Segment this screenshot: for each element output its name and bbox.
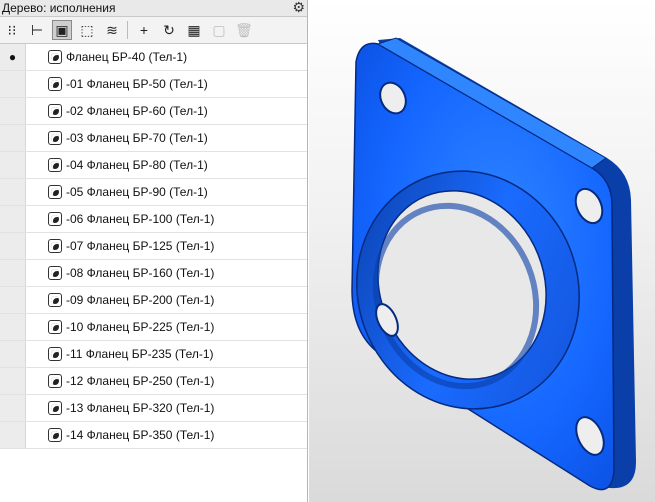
variant-label: -13 Фланец БР-320 (Тел-1) [66, 401, 215, 415]
variant-row[interactable]: -02 Фланец БР-60 (Тел-1) [0, 98, 307, 125]
select-frame-icon[interactable]: ⬚ [77, 20, 97, 40]
variant-row[interactable]: -11 Фланец БР-235 (Тел-1) [0, 341, 307, 368]
variant-row[interactable]: -13 Фланец БР-320 (Тел-1) [0, 395, 307, 422]
3d-viewport[interactable] [309, 0, 655, 502]
variant-label: -12 Фланец БР-250 (Тел-1) [66, 374, 215, 388]
variant-label: -07 Фланец БР-125 (Тел-1) [66, 239, 215, 253]
panel-title-bar: Дерево: исполнения ⚙ [0, 0, 307, 17]
variant-row[interactable]: -08 Фланец БР-160 (Тел-1) [0, 260, 307, 287]
variant-row[interactable]: -04 Фланец БР-80 (Тел-1) [0, 152, 307, 179]
variants-tree-panel: Дерево: исполнения ⚙ ⁝⁝ ⊢ ▣ ⬚ ≋ + ↻ ▦ ▢ 🗑 ● Фланец… [0, 0, 308, 502]
part-icon [48, 293, 62, 307]
tree-hierarchy-icon[interactable]: ⊢ [27, 20, 47, 40]
table-icon[interactable]: ▦ [184, 20, 204, 40]
part-icon [48, 50, 62, 64]
part-icon [48, 266, 62, 280]
current-variant-marker[interactable] [0, 368, 26, 394]
current-variant-marker[interactable] [0, 98, 26, 124]
variant-row[interactable]: -09 Фланец БР-200 (Тел-1) [0, 287, 307, 314]
panel-title: Дерево: исполнения [2, 1, 116, 15]
part-icon [48, 320, 62, 334]
variant-row[interactable]: -12 Фланец БР-250 (Тел-1) [0, 368, 307, 395]
part-icon [48, 428, 62, 442]
variant-label: -05 Фланец БР-90 (Тел-1) [66, 185, 208, 199]
variant-row[interactable]: -06 Фланец БР-100 (Тел-1) [0, 206, 307, 233]
part-icon [48, 239, 62, 253]
variant-row[interactable]: -03 Фланец БР-70 (Тел-1) [0, 125, 307, 152]
variant-label: -03 Фланец БР-70 (Тел-1) [66, 131, 208, 145]
variant-label: -02 Фланец БР-60 (Тел-1) [66, 104, 208, 118]
tree-structure-icon[interactable]: ⁝⁝ [2, 20, 22, 40]
current-variant-marker[interactable] [0, 125, 26, 151]
variant-label: -11 Фланец БР-235 (Тел-1) [66, 347, 214, 361]
variant-row[interactable]: -10 Фланец БР-225 (Тел-1) [0, 314, 307, 341]
add-icon[interactable]: + [134, 20, 154, 40]
part-icon [48, 212, 62, 226]
current-variant-marker[interactable] [0, 314, 26, 340]
save-icon: ▢ [212, 21, 226, 38]
part-icon [48, 401, 62, 415]
part-icon [48, 347, 62, 361]
variant-label: -06 Фланец БР-100 (Тел-1) [66, 212, 215, 226]
current-variant-marker[interactable]: ● [0, 44, 26, 70]
variant-label: -10 Фланец БР-225 (Тел-1) [66, 320, 215, 334]
current-variant-marker[interactable] [0, 395, 26, 421]
part-icon [48, 131, 62, 145]
layers-icon[interactable]: ≋ [102, 20, 122, 40]
part-icon [48, 77, 62, 91]
variant-row[interactable]: -14 Фланец БР-350 (Тел-1) [0, 422, 307, 449]
variant-label: -14 Фланец БР-350 (Тел-1) [66, 428, 215, 442]
variant-row[interactable]: -07 Фланец БР-125 (Тел-1) [0, 233, 307, 260]
current-variant-marker[interactable] [0, 233, 26, 259]
variant-label: -01 Фланец БР-50 (Тел-1) [66, 77, 208, 91]
variants-icon[interactable]: ▣ [52, 20, 72, 40]
flange-model[interactable] [309, 0, 655, 502]
part-icon [48, 374, 62, 388]
gear-icon[interactable]: ⚙ [292, 0, 305, 15]
variant-label: Фланец БР-40 (Тел-1) [66, 50, 188, 64]
current-variant-marker[interactable] [0, 71, 26, 97]
variant-label: -04 Фланец БР-80 (Тел-1) [66, 158, 208, 172]
part-icon [48, 185, 62, 199]
variant-row[interactable]: ● Фланец БР-40 (Тел-1) [0, 44, 307, 71]
variants-list: ● Фланец БР-40 (Тел-1) -01 Фланец БР-50 (Т… [0, 44, 307, 449]
variant-label: -08 Фланец БР-160 (Тел-1) [66, 266, 215, 280]
toolbar-separator [127, 21, 128, 39]
panel-toolbar: ⁝⁝ ⊢ ▣ ⬚ ≋ + ↻ ▦ ▢ 🗑 [0, 17, 307, 44]
variant-row[interactable]: -01 Фланец БР-50 (Тел-1) [0, 71, 307, 98]
current-variant-marker[interactable] [0, 260, 26, 286]
variant-row[interactable]: -05 Фланец БР-90 (Тел-1) [0, 179, 307, 206]
current-variant-marker[interactable] [0, 422, 26, 448]
variant-label: -09 Фланец БР-200 (Тел-1) [66, 293, 215, 307]
current-variant-marker[interactable] [0, 206, 26, 232]
refresh-icon[interactable]: ↻ [159, 20, 179, 40]
current-variant-marker[interactable] [0, 152, 26, 178]
current-variant-marker[interactable] [0, 179, 26, 205]
delete-icon: 🗑 [235, 21, 253, 38]
current-variant-marker[interactable] [0, 287, 26, 313]
part-icon [48, 158, 62, 172]
current-variant-marker[interactable] [0, 341, 26, 367]
part-icon [48, 104, 62, 118]
